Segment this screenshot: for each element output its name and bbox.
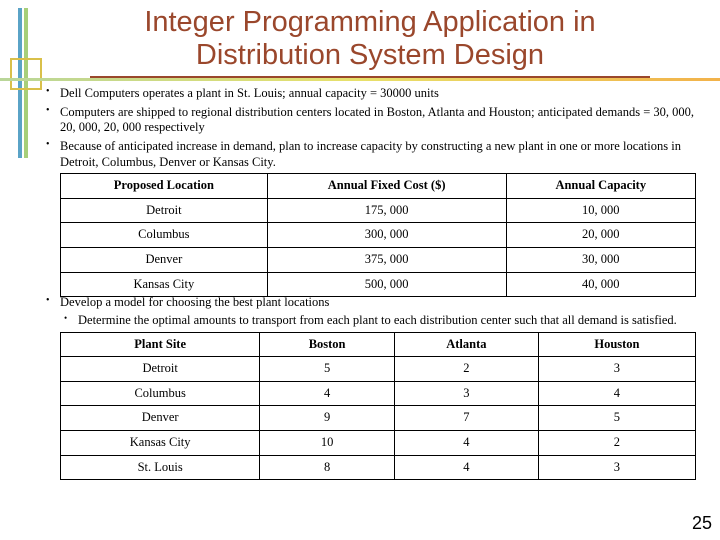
table-cell: 3 — [538, 357, 695, 382]
proposed-location-table: Proposed Location Annual Fixed Cost ($) … — [60, 173, 696, 297]
table-header: Houston — [538, 332, 695, 357]
table-cell: 375, 000 — [267, 248, 506, 273]
table-cell: 4 — [394, 431, 538, 456]
table-cell: St. Louis — [61, 455, 260, 480]
table-cell: 20, 000 — [506, 223, 695, 248]
table-cell: 3 — [538, 455, 695, 480]
table-header: Annual Fixed Cost ($) — [267, 174, 506, 199]
table-cell: 5 — [260, 357, 395, 382]
bullet-list: Develop a model for choosing the best pl… — [44, 295, 696, 328]
table-row: Detroit 175, 000 10, 000 — [61, 198, 696, 223]
table-cell: 8 — [260, 455, 395, 480]
table-cell: 500, 000 — [267, 272, 506, 297]
table-cell: 4 — [538, 381, 695, 406]
decoration-horizontal — [0, 78, 720, 81]
bullet-item: Dell Computers operates a plant in St. L… — [44, 86, 696, 102]
table-header: Plant Site — [61, 332, 260, 357]
decoration-square — [10, 58, 42, 90]
table-cell: 9 — [260, 406, 395, 431]
table-cell: Detroit — [61, 198, 268, 223]
table-row: Columbus 300, 000 20, 000 — [61, 223, 696, 248]
bullet-item: Develop a model for choosing the best pl… — [44, 295, 696, 328]
table-cell: 7 — [394, 406, 538, 431]
table-cell: 40, 000 — [506, 272, 695, 297]
table-row: Kansas City 500, 000 40, 000 — [61, 272, 696, 297]
table-cell: Detroit — [61, 357, 260, 382]
table-row: St. Louis 8 4 3 — [61, 455, 696, 480]
table-row: Columbus 4 3 4 — [61, 381, 696, 406]
table-cell: 4 — [394, 455, 538, 480]
table-row: Denver 9 7 5 — [61, 406, 696, 431]
table-cell: 2 — [394, 357, 538, 382]
slide-title: Integer Programming Application in Distr… — [90, 6, 650, 78]
table-cell: 10 — [260, 431, 395, 456]
table-cell: 3 — [394, 381, 538, 406]
table-cell: 2 — [538, 431, 695, 456]
table-cell: Columbus — [61, 223, 268, 248]
page-number: 25 — [692, 513, 712, 534]
plant-site-table: Plant Site Boston Atlanta Houston Detroi… — [60, 332, 696, 481]
table-header-row: Proposed Location Annual Fixed Cost ($) … — [61, 174, 696, 199]
slide-content: Dell Computers operates a plant in St. L… — [44, 86, 696, 480]
table-row: Kansas City 10 4 2 — [61, 431, 696, 456]
table-cell: Denver — [61, 406, 260, 431]
table-header: Atlanta — [394, 332, 538, 357]
bullet-list: Dell Computers operates a plant in St. L… — [44, 86, 696, 170]
table-cell: 5 — [538, 406, 695, 431]
table-cell: 4 — [260, 381, 395, 406]
table-header-row: Plant Site Boston Atlanta Houston — [61, 332, 696, 357]
table-cell: Kansas City — [61, 272, 268, 297]
bullet-item: Because of anticipated increase in deman… — [44, 139, 696, 170]
table-cell: 175, 000 — [267, 198, 506, 223]
table-header: Proposed Location — [61, 174, 268, 199]
slide: Integer Programming Application in Distr… — [0, 0, 720, 540]
table-cell: Kansas City — [61, 431, 260, 456]
bullet-item: Computers are shipped to regional distri… — [44, 105, 696, 136]
sub-bullet-list: Determine the optimal amounts to transpo… — [60, 313, 696, 329]
table-header: Annual Capacity — [506, 174, 695, 199]
table-cell: 10, 000 — [506, 198, 695, 223]
table-cell: 300, 000 — [267, 223, 506, 248]
table-cell: Denver — [61, 248, 268, 273]
table-row: Detroit 5 2 3 — [61, 357, 696, 382]
table-row: Denver 375, 000 30, 000 — [61, 248, 696, 273]
sub-bullet-item: Determine the optimal amounts to transpo… — [60, 313, 696, 329]
table-cell: 30, 000 — [506, 248, 695, 273]
bullet-text: Develop a model for choosing the best pl… — [60, 295, 329, 309]
table-cell: Columbus — [61, 381, 260, 406]
table-header: Boston — [260, 332, 395, 357]
